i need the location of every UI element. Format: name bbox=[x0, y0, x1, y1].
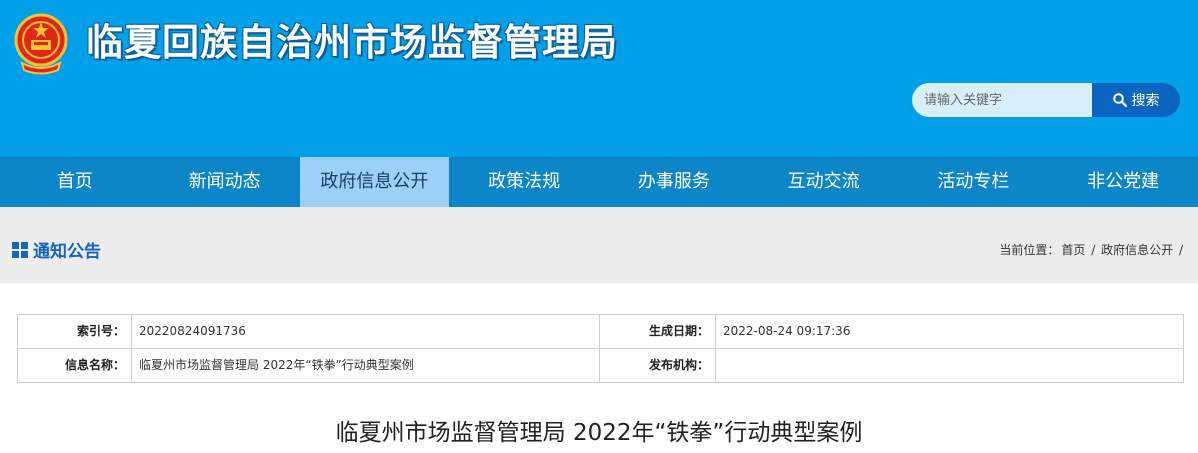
breadcrumb-separator: / bbox=[1178, 243, 1183, 257]
index-value: 20220824091736 bbox=[132, 315, 600, 348]
section-bar: 通知公告 当前位置： 首页 / 政府信息公开 / bbox=[0, 207, 1198, 283]
breadcrumb: 当前位置： 首页 / 政府信息公开 / bbox=[998, 241, 1184, 258]
main-nav: 首页 新闻动态 政府信息公开 政策法规 办事服务 互动交流 活动专栏 非公党建 bbox=[0, 157, 1198, 207]
nav-item-policy[interactable]: 政策法规 bbox=[449, 157, 599, 207]
breadcrumb-home[interactable]: 首页 bbox=[1061, 243, 1085, 257]
publisher-label: 发布机构： bbox=[600, 349, 716, 382]
nav-item-home[interactable]: 首页 bbox=[0, 157, 150, 207]
nav-item-news[interactable]: 新闻动态 bbox=[150, 157, 300, 207]
search-button-label: 搜索 bbox=[1131, 93, 1160, 109]
info-table: 索引号： 20220824091736 生成日期： 2022-08-24 09:… bbox=[17, 314, 1184, 383]
search-button[interactable]: 搜索 bbox=[1092, 83, 1180, 117]
date-value: 2022-08-24 09:17:36 bbox=[723, 324, 851, 338]
breadcrumb-prefix: 当前位置： bbox=[999, 243, 1060, 257]
nav-item-services[interactable]: 办事服务 bbox=[599, 157, 749, 207]
info-row: 索引号： 20220824091736 生成日期： 2022-08-24 09:… bbox=[18, 315, 1183, 349]
publisher-value bbox=[716, 349, 1183, 382]
search-box: 搜索 bbox=[912, 83, 1180, 117]
nav-item-interaction[interactable]: 互动交流 bbox=[749, 157, 899, 207]
index-label: 索引号： bbox=[18, 315, 132, 348]
breadcrumb-separator: / bbox=[1091, 243, 1096, 257]
date-label: 生成日期： bbox=[600, 315, 716, 348]
header: 临夏回族自治州市场监督管理局 搜索 bbox=[0, 0, 1198, 157]
nav-item-activities[interactable]: 活动专栏 bbox=[899, 157, 1049, 207]
name-label: 信息名称： bbox=[18, 349, 132, 382]
search-input[interactable] bbox=[912, 83, 1092, 117]
nav-item-gov-info[interactable]: 政府信息公开 bbox=[299, 157, 450, 207]
info-row: 信息名称： 临夏州市场监督管理局 2022年“铁拳”行动典型案例 发布机构： bbox=[18, 349, 1183, 382]
national-emblem-icon bbox=[14, 13, 68, 75]
name-value: 临夏州市场监督管理局 2022年“铁拳”行动典型案例 bbox=[132, 349, 600, 382]
breadcrumb-current[interactable]: 政府信息公开 bbox=[1101, 243, 1173, 257]
site-title: 临夏回族自治州市场监督管理局 bbox=[86, 21, 618, 64]
grid-icon bbox=[12, 241, 28, 258]
search-icon bbox=[1112, 93, 1127, 107]
nav-item-party-building[interactable]: 非公党建 bbox=[1048, 157, 1198, 207]
section-title-text: 通知公告 bbox=[33, 242, 101, 262]
section-title: 通知公告 bbox=[12, 237, 101, 262]
article-title: 临夏州市场监督管理局 2022年“铁拳”行动典型案例 bbox=[335, 420, 863, 446]
